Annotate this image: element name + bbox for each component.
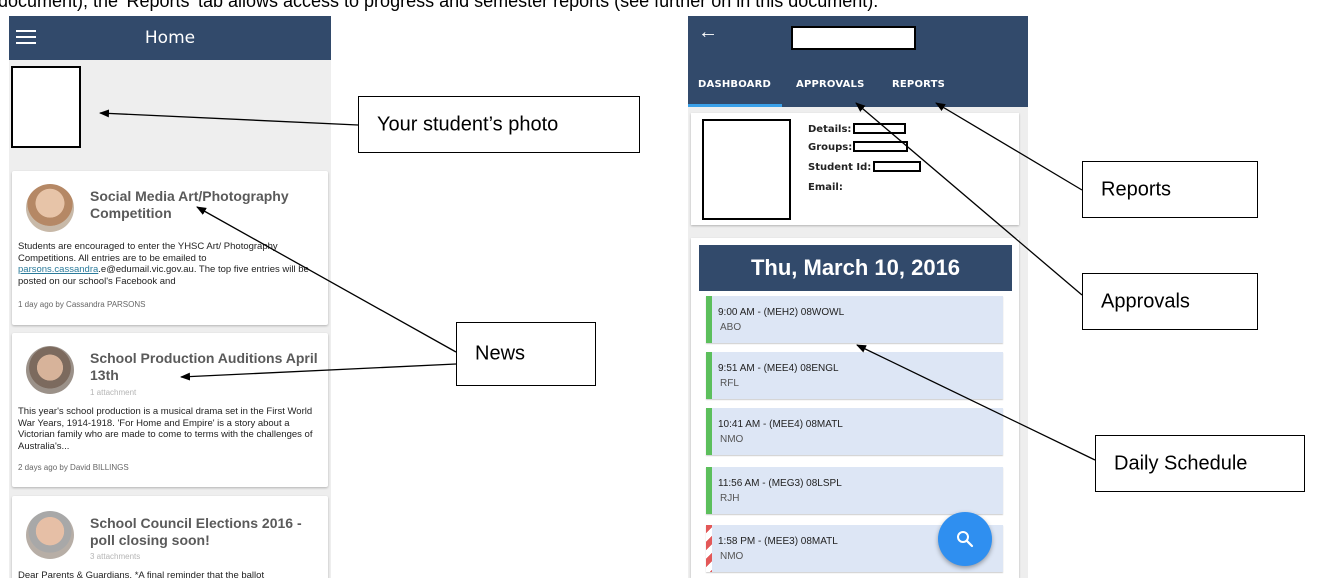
period-teacher: NMO bbox=[720, 551, 744, 562]
dashboard-screen: ← DASHBOARD APPROVALS REPORTS Details: G… bbox=[688, 16, 1028, 578]
callout-photo: Your student’s photo bbox=[358, 96, 640, 153]
app-bar: Home bbox=[9, 16, 331, 60]
period-time: 10:41 AM - (MEE4) 08MATL bbox=[718, 419, 843, 430]
callout-approvals: Approvals bbox=[1082, 273, 1258, 330]
period-item[interactable]: 9:00 AM - (MEH2) 08WOWL ABO bbox=[706, 296, 1003, 343]
details-label: Details: bbox=[808, 124, 852, 135]
period-teacher: RFL bbox=[720, 378, 739, 389]
groups-label: Groups: bbox=[808, 142, 853, 153]
email-label: Email: bbox=[808, 182, 843, 193]
news-body: Students are encouraged to enter the YHS… bbox=[18, 241, 309, 287]
author-avatar bbox=[26, 511, 74, 559]
news-card[interactable]: Social Media Art/Photography Competition… bbox=[12, 171, 328, 325]
period-status-stripe bbox=[706, 352, 712, 399]
author-avatar bbox=[26, 184, 74, 232]
author-avatar bbox=[26, 346, 74, 394]
period-time: 11:56 AM - (MEG3) 08LSPL bbox=[718, 478, 842, 489]
period-status-stripe bbox=[706, 408, 712, 455]
period-time: 9:00 AM - (MEH2) 08WOWL bbox=[718, 307, 845, 318]
news-body: Dear Parents & Guardians, *A final remin… bbox=[18, 570, 265, 578]
news-body: This year's school production is a music… bbox=[18, 406, 313, 452]
period-time: 1:58 PM - (MEE3) 08MATL bbox=[718, 536, 838, 547]
student-photo bbox=[702, 119, 791, 220]
period-status-stripe bbox=[706, 467, 712, 514]
news-title: Social Media Art/Photography Competition bbox=[90, 188, 289, 221]
tab-reports[interactable]: REPORTS bbox=[892, 79, 945, 90]
news-meta: 1 day ago by Cassandra PARSONS bbox=[18, 300, 146, 309]
period-teacher: NMO bbox=[720, 434, 744, 445]
news-title: School Council Elections 2016 - poll clo… bbox=[90, 515, 302, 548]
home-screen: Home Social Media Art/Photography Compet… bbox=[9, 16, 331, 578]
groups-redacted bbox=[853, 141, 908, 152]
back-arrow-icon[interactable]: ← bbox=[698, 21, 718, 44]
news-card[interactable]: School Council Elections 2016 - poll clo… bbox=[12, 496, 328, 578]
period-status-stripe bbox=[706, 525, 712, 572]
period-item[interactable]: 11:56 AM - (MEG3) 08LSPL RJH bbox=[706, 467, 1003, 514]
news-title: School Production Auditions April 13th bbox=[90, 350, 318, 383]
news-card[interactable]: School Production Auditions April 13th 1… bbox=[12, 333, 328, 487]
period-status-stripe bbox=[706, 296, 712, 343]
callout-schedule: Daily Schedule bbox=[1095, 435, 1305, 492]
student-photo bbox=[11, 66, 81, 148]
attachment-count: 3 attachments bbox=[90, 552, 141, 561]
news-meta: 2 days ago by David BILLINGS bbox=[18, 463, 129, 472]
search-fab[interactable] bbox=[938, 512, 992, 566]
profile-card: Details: Groups: Student Id: Email: bbox=[691, 113, 1019, 225]
tab-approvals[interactable]: APPROVALS bbox=[796, 79, 865, 90]
app-bar: ← DASHBOARD APPROVALS REPORTS bbox=[688, 16, 1028, 107]
student-id-label: Student Id: bbox=[808, 162, 872, 173]
document-text: document), the 'Reports' tab allows acce… bbox=[0, 0, 879, 11]
student-id-redacted bbox=[873, 161, 921, 172]
period-teacher: ABO bbox=[720, 322, 742, 333]
details-redacted bbox=[853, 123, 906, 134]
period-item[interactable]: 10:41 AM - (MEE4) 08MATL NMO bbox=[706, 408, 1003, 455]
student-name-redacted bbox=[791, 26, 916, 50]
tab-dashboard[interactable]: DASHBOARD bbox=[698, 79, 771, 90]
schedule-date: Thu, March 10, 2016 bbox=[699, 245, 1012, 291]
callout-reports: Reports bbox=[1082, 161, 1258, 218]
search-icon bbox=[957, 531, 974, 548]
attachment-count: 1 attachment bbox=[90, 388, 137, 397]
period-item[interactable]: 9:51 AM - (MEE4) 08ENGL RFL bbox=[706, 352, 1003, 399]
active-tab-indicator bbox=[688, 104, 782, 107]
email-link[interactable]: parsons.cassandra bbox=[18, 264, 98, 275]
period-teacher: RJH bbox=[720, 493, 740, 504]
period-time: 9:51 AM - (MEE4) 08ENGL bbox=[718, 363, 839, 374]
app-title: Home bbox=[144, 28, 196, 48]
callout-news: News bbox=[456, 322, 596, 386]
